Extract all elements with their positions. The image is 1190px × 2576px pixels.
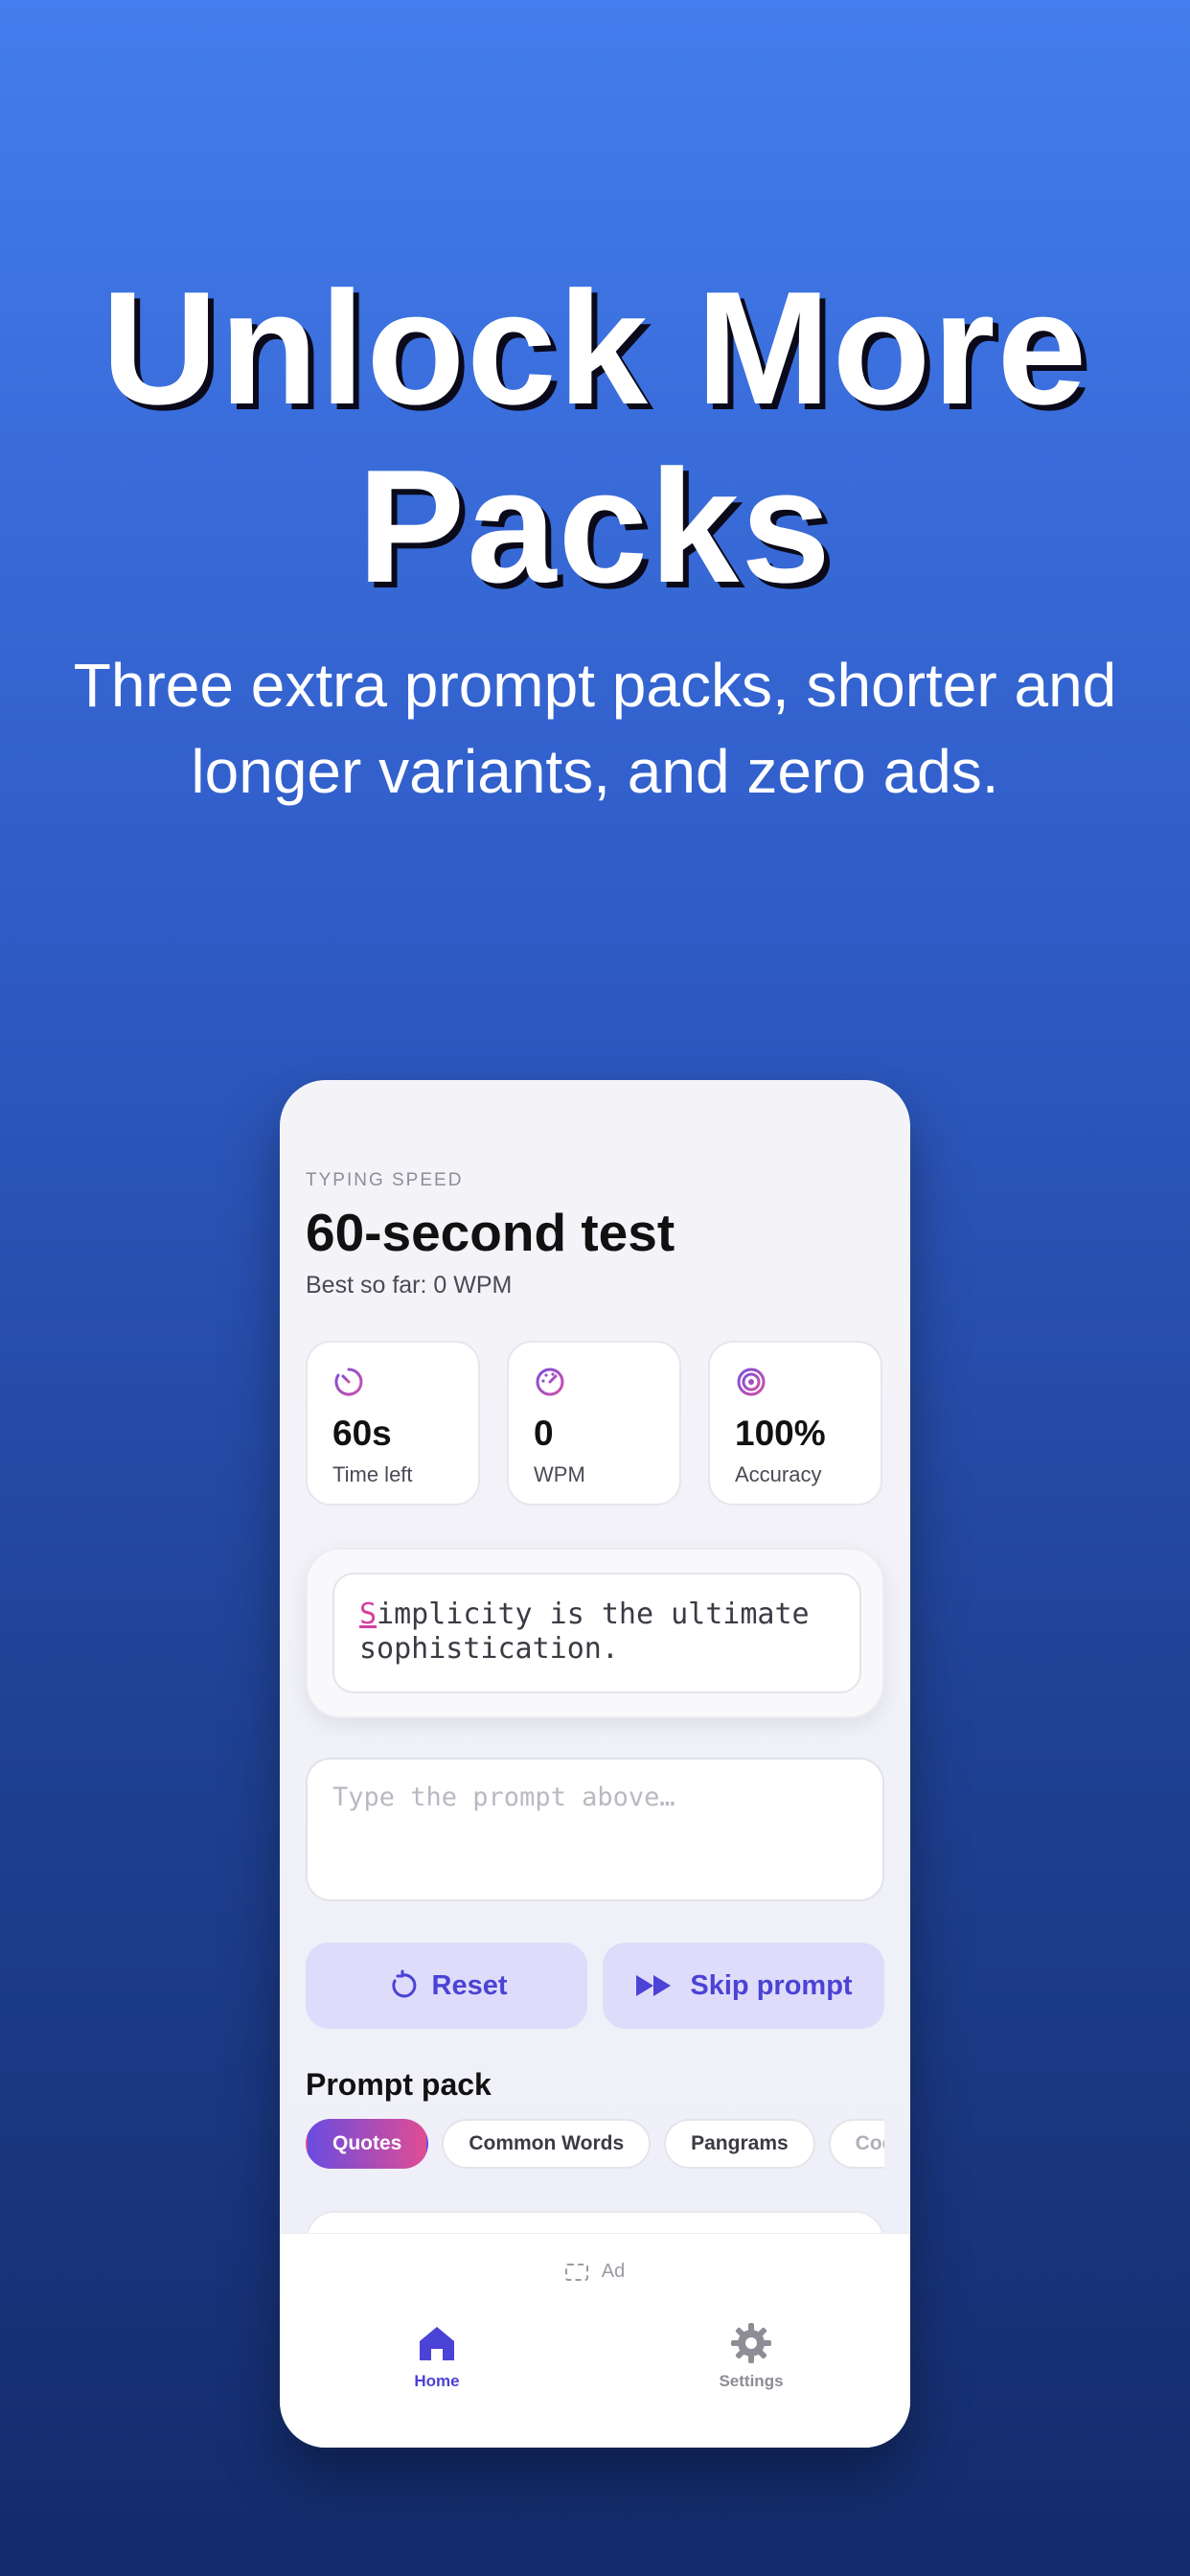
tab-home-label: Home	[414, 2372, 460, 2390]
stat-card-wpm: 0 WPM	[507, 1341, 681, 1506]
reset-icon	[391, 1969, 416, 1998]
pack-chip-common-words[interactable]: Common Words	[442, 2119, 652, 2169]
ad-placeholder-icon	[564, 2263, 588, 2281]
skip-prompt-button[interactable]: Skip prompt	[603, 1943, 884, 2029]
pack-chip-quotes[interactable]: Quotes	[306, 2119, 429, 2169]
action-buttons: Reset Skip prompt	[306, 1943, 884, 2029]
stat-label: WPM	[534, 1462, 585, 1486]
pack-chip-code[interactable]: Code	[828, 2119, 884, 2169]
tab-bar: Ad Home Settings	[280, 2233, 910, 2448]
home-icon	[420, 2327, 454, 2360]
prompt-text: Simplicity is the ultimate sophisticatio…	[332, 1573, 861, 1693]
typing-input[interactable]: Type the prompt above…	[306, 1758, 884, 1901]
page-title: 60-second test	[306, 1203, 675, 1262]
tab-home[interactable]: Home	[360, 2320, 514, 2391]
speedometer-icon	[536, 1368, 564, 1396]
reset-button[interactable]: Reset	[306, 1943, 587, 2029]
cursor-char: S	[359, 1598, 378, 1631]
input-placeholder: Type the prompt above…	[332, 1782, 675, 1812]
pack-chip-pangrams[interactable]: Pangrams	[664, 2119, 815, 2169]
stat-card-accuracy: 100% Accuracy	[708, 1341, 882, 1506]
app-screen: TYPING SPEED 60-second test Best so far:…	[280, 1080, 910, 2268]
target-icon	[737, 1368, 766, 1396]
stat-label: Accuracy	[735, 1462, 822, 1486]
fast-forward-icon	[636, 1975, 672, 1996]
best-score: Best so far: 0 WPM	[306, 1272, 513, 1299]
tab-settings-label: Settings	[719, 2372, 784, 2390]
ad-banner[interactable]: Ad	[280, 2261, 910, 2283]
prompt-pack-heading: Prompt pack	[306, 2067, 492, 2102]
tab-settings[interactable]: Settings	[675, 2320, 828, 2391]
skip-label: Skip prompt	[690, 1969, 853, 2001]
eyebrow-label: TYPING SPEED	[306, 1170, 464, 1190]
phone-mockup: TYPING SPEED 60-second test Best so far:…	[280, 1080, 910, 2448]
gear-icon	[731, 2323, 771, 2363]
stat-value: 0	[534, 1414, 554, 1453]
prompt-card: Simplicity is the ultimate sophisticatio…	[306, 1548, 884, 1718]
timer-icon	[334, 1368, 363, 1396]
stat-value: 60s	[332, 1414, 392, 1453]
reset-label: Reset	[431, 1969, 508, 2001]
headline: Unlock More Packs	[101, 258, 1089, 616]
stat-card-time: 60s Time left	[306, 1341, 480, 1506]
stat-value: 100%	[735, 1414, 826, 1453]
pack-chips: Quotes Common Words Pangrams Code	[306, 2119, 884, 2173]
ad-label: Ad	[601, 2261, 626, 2282]
prompt-remaining: implicity is the ultimate sophistication…	[359, 1598, 810, 1666]
stats-row: 60s Time left 0 WPM 100% Accuracy	[306, 1341, 884, 1506]
stat-label: Time left	[332, 1462, 413, 1486]
subhead: Three extra prompt packs, shorter and lo…	[73, 651, 1117, 806]
